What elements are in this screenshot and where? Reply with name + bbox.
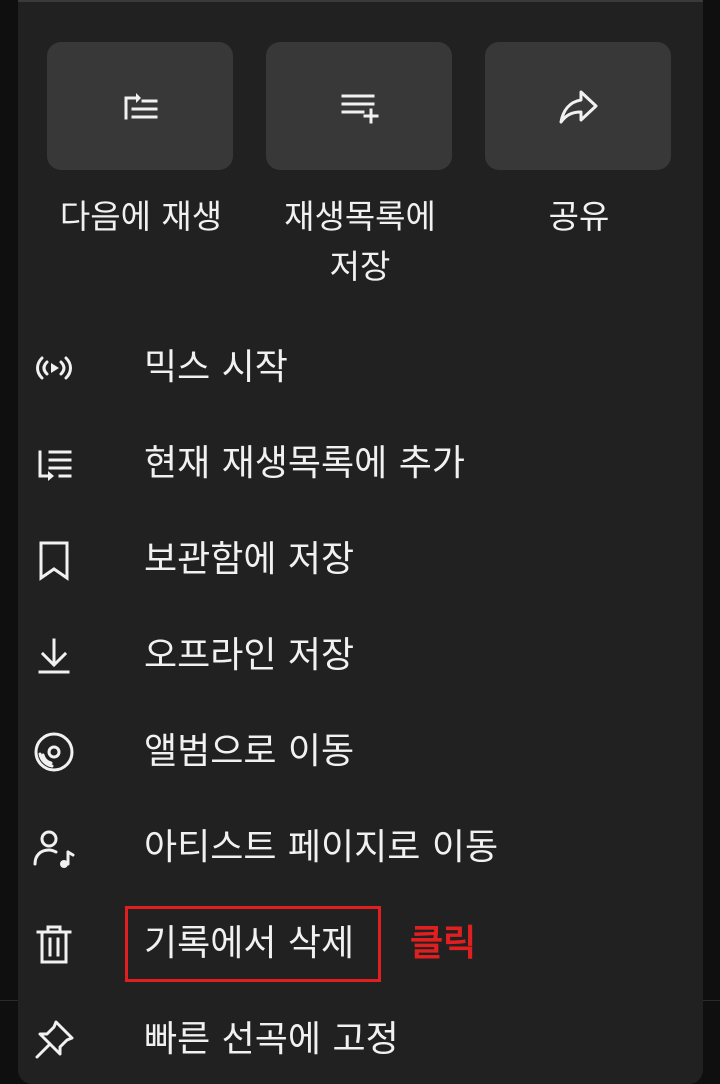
save-to-playlist-label: 재생목록에 저장 [284, 197, 436, 286]
menu-item-go-to-artist[interactable]: 아티스트 페이지로 이동 [30, 808, 670, 888]
share-icon [559, 90, 598, 124]
menu-item-add-to-queue[interactable]: 현재 재생목록에 추가 [30, 424, 670, 504]
background-edge-right [703, 868, 720, 1082]
save-to-playlist-button[interactable]: 재생목록에 저장 [266, 42, 454, 292]
artist-icon [30, 824, 78, 872]
album-icon [30, 728, 78, 776]
menu-item-save-to-library-label: 보관함에 저장 [144, 539, 355, 580]
play-next-icon [124, 93, 158, 120]
menu-item-go-to-artist-label: 아티스트 페이지로 이동 [144, 827, 499, 868]
playlist-add-icon [341, 94, 379, 124]
share-button[interactable]: 공유 [485, 42, 673, 242]
menu-item-add-to-queue-label: 현재 재생목록에 추가 [144, 443, 465, 484]
menu-item-go-to-album-label: 앨범으로 이동 [144, 731, 355, 772]
menu-item-go-to-album[interactable]: 앨범으로 이동 [30, 712, 670, 792]
trash-icon [30, 920, 78, 968]
radio-mix-icon [30, 344, 78, 392]
play-next-tile[interactable] [47, 42, 233, 170]
play-next-button[interactable]: 다음에 재생 [47, 42, 235, 242]
click-annotation-label: 클릭 [410, 923, 477, 964]
menu-item-start-mix-label: 믹스 시작 [144, 347, 288, 388]
menu-item-download-label: 오프라인 저장 [144, 635, 355, 676]
menu-item-start-mix[interactable]: 믹스 시작 [30, 328, 670, 408]
bookmark-icon [30, 536, 78, 584]
menu-item-pin-to-speed-dial[interactable]: 빠른 선곡에 고정 [30, 1000, 670, 1080]
menu-item-save-to-library[interactable]: 보관함에 저장 [30, 520, 670, 600]
click-highlight-box [125, 906, 381, 982]
background-edge-left [0, 868, 18, 1082]
menu-item-download[interactable]: 오프라인 저장 [30, 616, 670, 696]
queue-add-icon [30, 440, 78, 488]
share-tile[interactable] [485, 42, 671, 170]
download-icon [30, 632, 78, 680]
play-next-label: 다음에 재생 [59, 197, 223, 236]
save-to-playlist-tile[interactable] [266, 42, 452, 170]
share-label: 공유 [548, 197, 610, 236]
menu-item-pin-to-speed-dial-label: 빠른 선곡에 고정 [144, 1019, 399, 1060]
pin-icon [30, 1016, 78, 1064]
